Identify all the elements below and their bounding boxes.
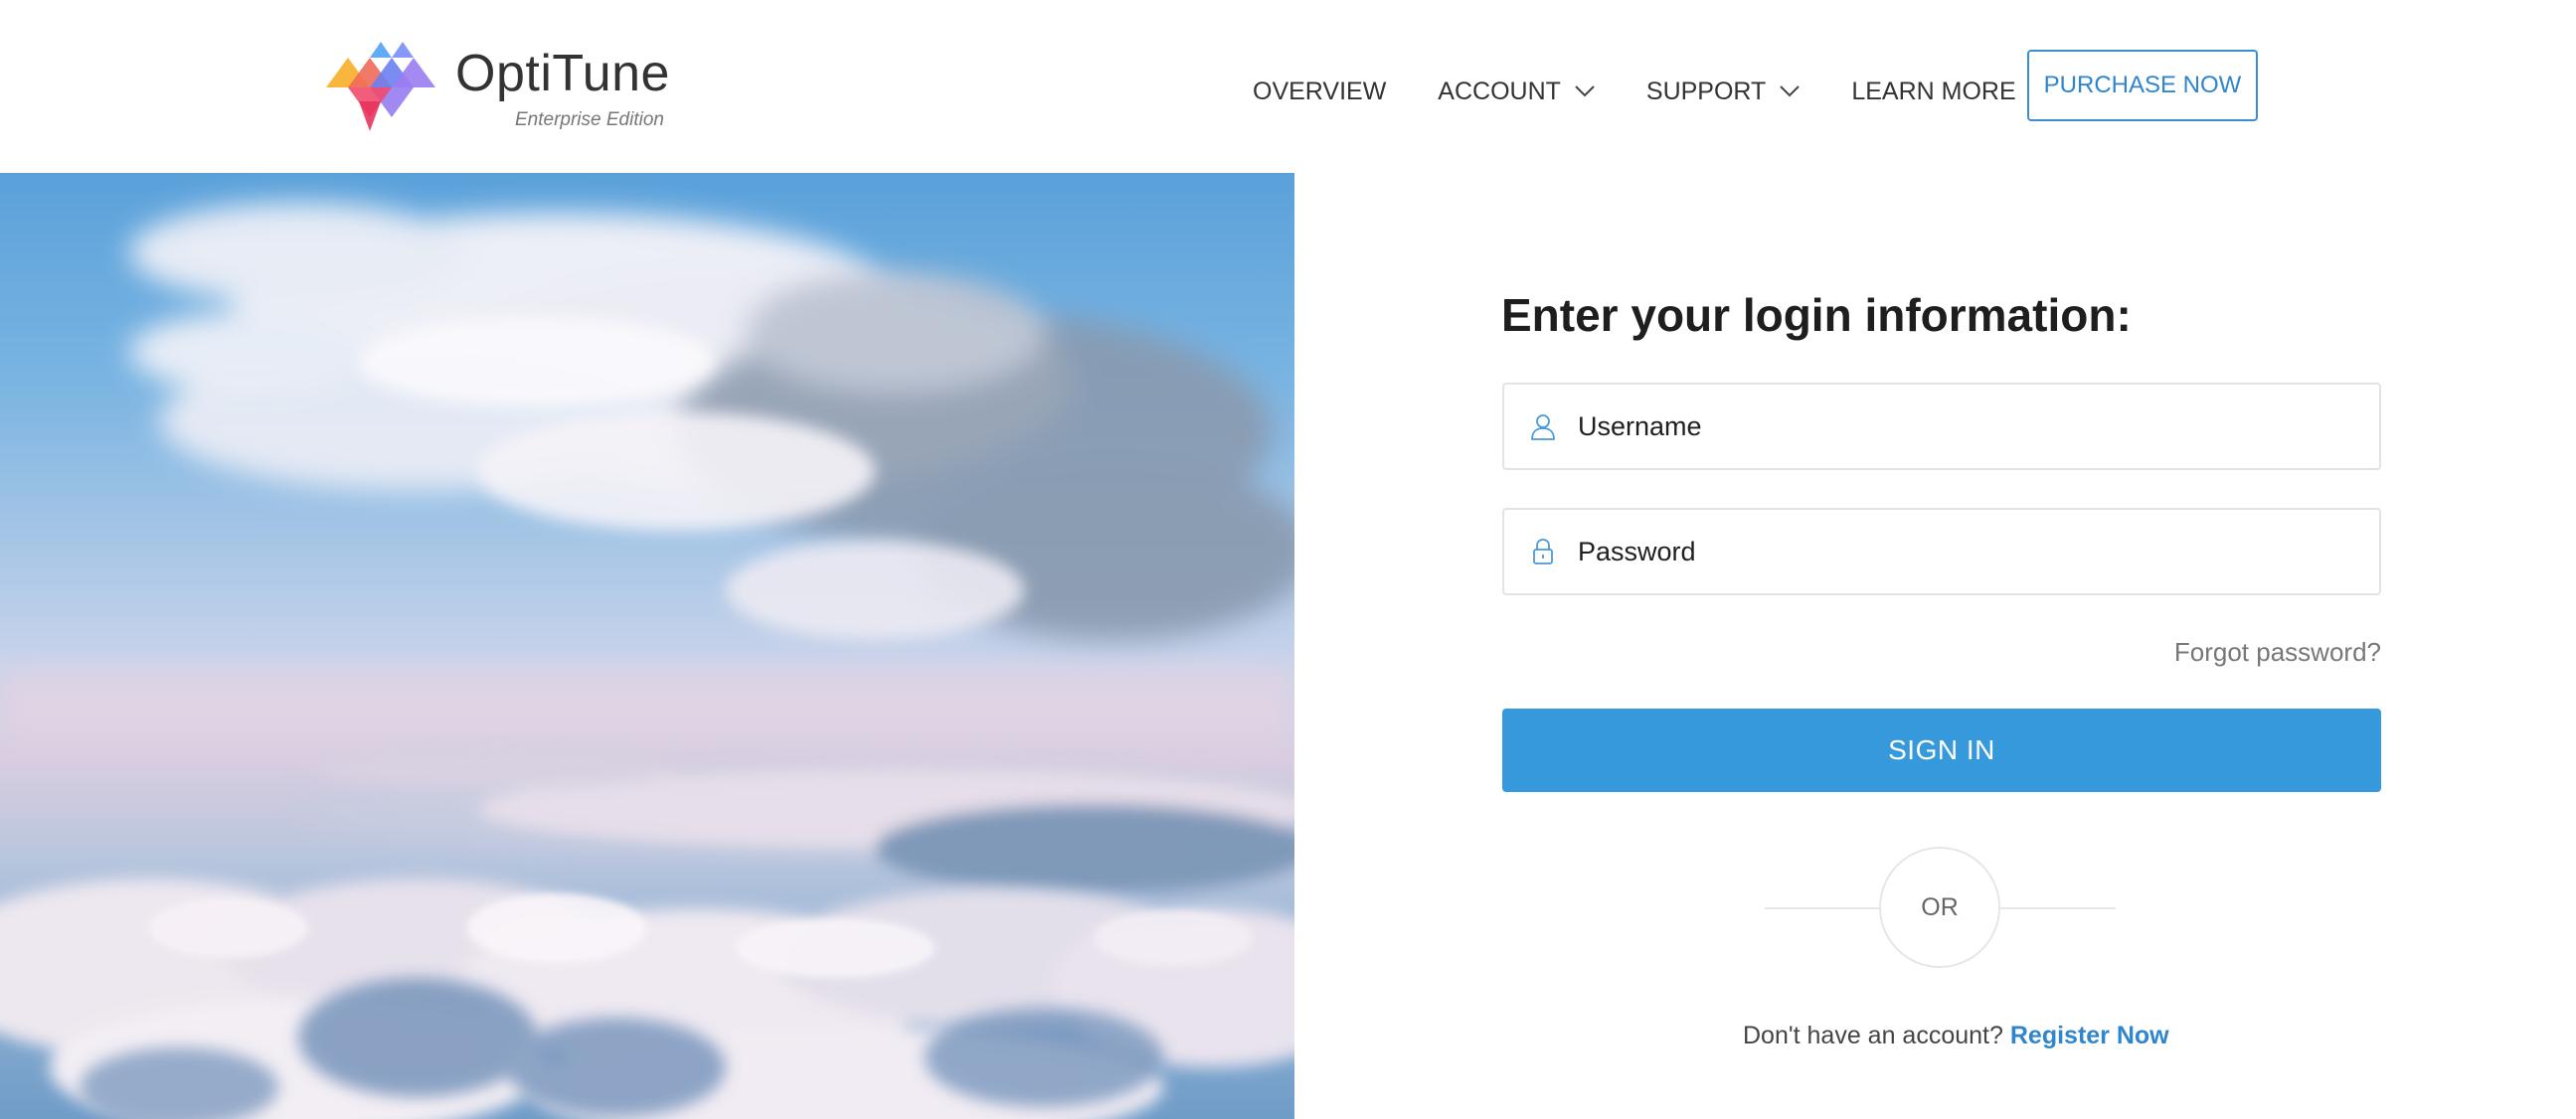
sky-clouds-image	[0, 203, 1294, 1119]
nav-item-label: SUPPORT	[1645, 77, 1767, 105]
forgot-password-link[interactable]: Forgot password?	[2174, 637, 2381, 668]
chevron-down-icon	[1575, 85, 1595, 97]
nav-item-learn-more[interactable]: LEARN MORE	[1851, 78, 2015, 106]
register-now-link[interactable]: Register Now	[2010, 1022, 2169, 1049]
password-input[interactable]	[1578, 536, 2333, 567]
nav-item-overview[interactable]: OVERVIEW	[1253, 78, 1386, 106]
username-field[interactable]	[1502, 383, 2381, 470]
sign-in-button[interactable]: SIGN IN	[1502, 709, 2381, 792]
nav-item-label: ACCOUNT	[1438, 77, 1561, 105]
main-nav: OVERVIEW ACCOUNT SUPPORT LEARN MORE	[1253, 72, 2068, 111]
purchase-now-button[interactable]: PURCHASE NOW	[2027, 50, 2258, 121]
brand-edition: Enterprise Edition	[515, 109, 664, 130]
or-divider-left	[1765, 907, 1879, 909]
hero-sky-image	[0, 173, 1294, 1119]
nav-item-label: LEARN MORE	[1851, 77, 2016, 105]
lock-icon	[1533, 539, 1553, 564]
nav-item-label: OVERVIEW	[1253, 77, 1387, 105]
top-header: OptiTune Enterprise Edition OVERVIEW ACC…	[0, 0, 2576, 173]
password-field[interactable]	[1502, 508, 2381, 595]
optitune-logo-icon	[326, 42, 435, 131]
login-title: Enter your login information:	[1501, 289, 2132, 341]
or-divider-right	[2000, 907, 2116, 909]
nav-item-support[interactable]: SUPPORT	[1645, 77, 1801, 106]
username-input[interactable]	[1578, 410, 2333, 442]
nav-item-account[interactable]: ACCOUNT	[1438, 78, 1595, 106]
register-prompt: Don't have an account? Register Now	[1743, 1022, 2169, 1050]
user-icon	[1531, 414, 1555, 440]
chevron-down-icon	[1780, 85, 1801, 97]
or-separator: OR	[1879, 847, 2000, 968]
brand-name: OptiTune	[455, 45, 670, 102]
brand-logo[interactable]: OptiTune Enterprise Edition	[326, 36, 669, 135]
register-prompt-text: Don't have an account?	[1743, 1022, 2003, 1049]
